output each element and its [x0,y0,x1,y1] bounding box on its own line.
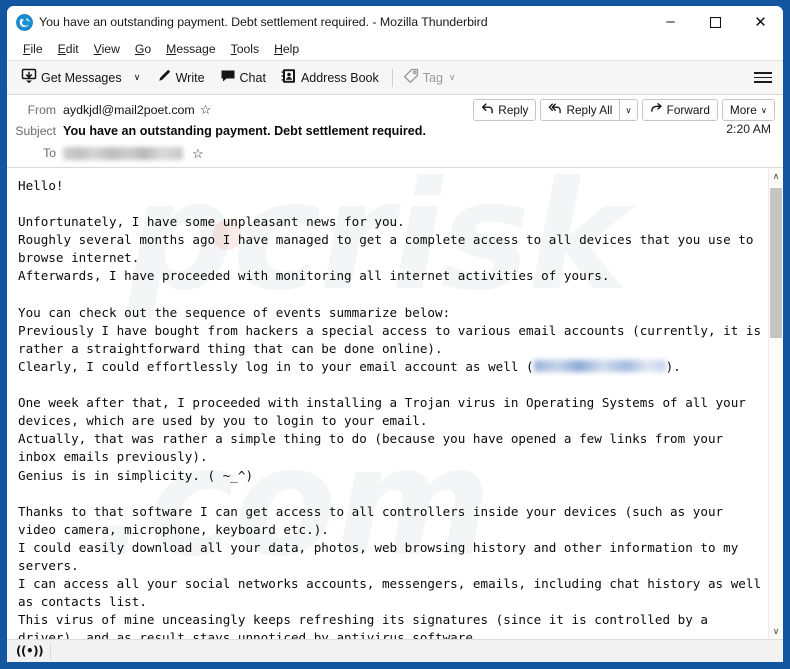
menu-bar: File Edit View Go Message Tools Help [7,38,783,61]
menu-edit[interactable]: Edit [51,40,87,58]
from-label: From [27,102,56,117]
get-messages-icon [21,68,37,87]
scroll-up-arrow[interactable]: ∧ [769,168,783,184]
reply-all-dropdown[interactable]: ∨ [619,99,638,121]
maximize-button[interactable] [693,6,738,38]
chevron-down-icon: ∨ [760,104,767,115]
redacted-email-inline [533,359,666,372]
forward-label: Forward [666,103,710,117]
main-toolbar: Get Messages ∨ Write Chat Address Book T… [7,61,783,95]
get-messages-label: Get Messages [41,70,122,85]
more-label: More [729,103,757,117]
hamburger-line [754,76,772,79]
status-message [50,642,783,660]
chat-label: Chat [239,70,266,85]
thunderbird-icon [16,13,33,31]
app-menu-button[interactable] [752,66,774,90]
message-header: From aydkjdl@mail2poet.com ☆ Subject You… [7,95,783,168]
get-messages-dropdown[interactable]: ∨ [129,65,146,91]
message-time: 2:20 AM [726,122,771,136]
scroll-down-arrow[interactable]: ∨ [769,623,783,639]
message-body: pcrisk .com Hello! Unfortunately, I have… [7,168,768,639]
toolbar-separator [391,68,393,87]
address-book-button[interactable]: Address Book [277,65,386,91]
title-bar: You have an outstanding payment. Debt se… [7,6,783,38]
minimize-button[interactable]: – [648,6,693,38]
message-body-text: Hello! Unfortunately, I have some unplea… [18,177,762,639]
menu-view[interactable]: View [87,40,128,58]
hamburger-line [754,81,772,83]
window-controls: – ✕ [648,6,783,38]
subject-value: You have an outstanding payment. Debt se… [63,124,426,138]
star-icon[interactable]: ☆ [200,103,212,116]
scrollbar-track[interactable] [769,184,783,623]
get-messages-button[interactable]: Get Messages [17,65,129,91]
from-address[interactable]: aydkjdl@mail2poet.com [63,103,195,117]
reply-label: Reply [498,103,529,117]
header-row-subject: Subject You have an outstanding payment.… [7,119,783,143]
reply-arrow-icon [481,102,494,118]
window-client-area: You have an outstanding payment. Debt se… [7,6,783,662]
pencil-icon [156,68,172,87]
connection-status-icon[interactable]: ((•)) [11,644,48,658]
forward-button[interactable]: Forward [641,99,718,121]
subject-label: Subject [15,124,56,138]
star-icon[interactable]: ☆ [192,147,204,160]
menu-help[interactable]: Help [267,40,307,58]
address-book-icon [281,68,297,87]
menu-go[interactable]: Go [128,40,159,58]
chat-icon [220,68,236,87]
hamburger-line [754,72,772,74]
to-label: To [43,146,56,160]
write-label: Write [175,70,205,85]
message-body-pane: pcrisk .com Hello! Unfortunately, I have… [7,168,783,639]
message-actions: Reply Reply All ∨ Forward More ∨ [473,99,775,121]
chat-button[interactable]: Chat [216,65,273,91]
reply-all-group: Reply All ∨ [540,99,638,121]
reply-all-label: Reply All [566,103,613,117]
status-bar: ((•)) [7,639,783,662]
menu-file[interactable]: File [16,40,51,58]
reply-all-arrow-icon [548,102,562,118]
tag-button[interactable]: Tag ∨ [399,65,463,91]
tag-icon [403,68,419,87]
forward-arrow-icon [650,102,663,118]
reply-button[interactable]: Reply [473,99,537,121]
reply-all-button[interactable]: Reply All [540,99,620,121]
header-row-to: To ☆ [7,143,783,167]
body-scrollbar[interactable]: ∧ ∨ [768,168,783,639]
close-button[interactable]: ✕ [738,6,783,38]
menu-message[interactable]: Message [159,40,223,58]
thunderbird-window: You have an outstanding payment. Debt se… [0,0,790,669]
tag-label: Tag [422,70,443,85]
body-part-2: ). One week after that, I proceeded with… [18,358,762,639]
address-book-label: Address Book [300,70,379,85]
window-title: You have an outstanding payment. Debt se… [39,15,488,29]
to-address-redacted [63,146,183,160]
more-button[interactable]: More ∨ [721,99,775,121]
scrollbar-thumb[interactable] [770,188,782,338]
menu-tools[interactable]: Tools [224,40,267,58]
body-part-1: Hello! Unfortunately, I have some unplea… [18,178,762,374]
write-button[interactable]: Write [152,65,212,91]
tag-caret-icon: ∨ [448,72,456,82]
